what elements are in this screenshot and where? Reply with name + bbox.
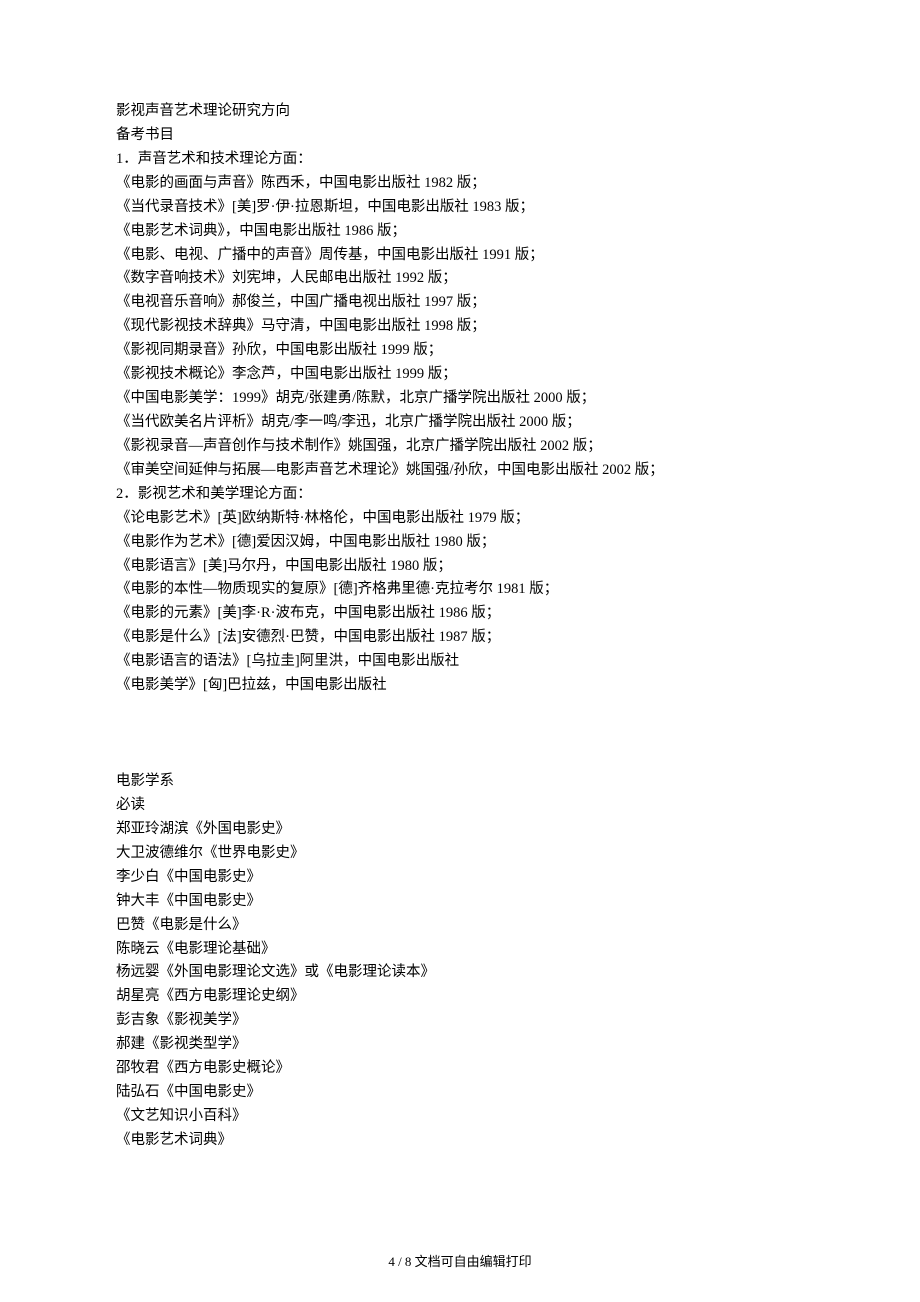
list-item: 陆弘石《中国电影史》 bbox=[116, 1081, 804, 1105]
list-item: 《审美空间延伸与拓展—电影声音艺术理论》姚国强/孙欣，中国电影出版社 2002 … bbox=[116, 459, 804, 483]
section2-title: 电影学系 bbox=[116, 770, 804, 794]
list-item: 《中国电影美学：1999》胡克/张建勇/陈默，北京广播学院出版社 2000 版； bbox=[116, 387, 804, 411]
list-item: 《影视同期录音》孙欣，中国电影出版社 1999 版； bbox=[116, 339, 804, 363]
list-item: 郑亚玲湖滨《外国电影史》 bbox=[116, 818, 804, 842]
list-item: 《电影的元素》[美]李·R·波布克，中国电影出版社 1986 版； bbox=[116, 602, 804, 626]
category1-header: 1．声音艺术和技术理论方面： bbox=[116, 148, 804, 172]
list-item: 巴赞《电影是什么》 bbox=[116, 914, 804, 938]
list-item: 《电影的画面与声音》陈西禾，中国电影出版社 1982 版； bbox=[116, 172, 804, 196]
section-gap bbox=[116, 698, 804, 770]
list-item: 杨远婴《外国电影理论文选》或《电影理论读本》 bbox=[116, 961, 804, 985]
list-item: 《当代录音技术》[美]罗·伊·拉恩斯坦，中国电影出版社 1983 版； bbox=[116, 196, 804, 220]
list-item: 《电影艺术词典》，中国电影出版社 1986 版； bbox=[116, 220, 804, 244]
list-item: 《电影艺术词典》 bbox=[116, 1129, 804, 1153]
list-item: 《文艺知识小百科》 bbox=[116, 1105, 804, 1129]
list-item: 《现代影视技术辞典》马守清，中国电影出版社 1998 版； bbox=[116, 315, 804, 339]
list-item: 李少白《中国电影史》 bbox=[116, 866, 804, 890]
list-item: 《电影是什么》[法]安德烈·巴赞，中国电影出版社 1987 版； bbox=[116, 626, 804, 650]
document-body: 影视声音艺术理论研究方向 备考书目 1．声音艺术和技术理论方面： 《电影的画面与… bbox=[116, 100, 804, 1153]
list-item: 《影视技术概论》李念芦，中国电影出版社 1999 版； bbox=[116, 363, 804, 387]
list-item: 郝建《影视类型学》 bbox=[116, 1033, 804, 1057]
list-item: 《电视音乐音响》郝俊兰，中国广播电视出版社 1997 版； bbox=[116, 291, 804, 315]
list-item: 《电影、电视、广播中的声音》周传基，中国电影出版社 1991 版； bbox=[116, 244, 804, 268]
list-item: 《电影语言》[美]马尔丹，中国电影出版社 1980 版； bbox=[116, 555, 804, 579]
list-item: 《论电影艺术》[英]欧纳斯特·林格伦，中国电影出版社 1979 版； bbox=[116, 507, 804, 531]
section1-title: 影视声音艺术理论研究方向 bbox=[116, 100, 804, 124]
list-item: 邵牧君《西方电影史概论》 bbox=[116, 1057, 804, 1081]
list-item: 彭吉象《影视美学》 bbox=[116, 1009, 804, 1033]
section2-subtitle: 必读 bbox=[116, 794, 804, 818]
list-item: 陈晓云《电影理论基础》 bbox=[116, 938, 804, 962]
list-item: 《电影作为艺术》[德]爱因汉姆，中国电影出版社 1980 版； bbox=[116, 531, 804, 555]
list-item: 《电影的本性—物质现实的复原》[德]齐格弗里德·克拉考尔 1981 版； bbox=[116, 578, 804, 602]
list-item: 《电影美学》[匈]巴拉兹，中国电影出版社 bbox=[116, 674, 804, 698]
section1-subtitle: 备考书目 bbox=[116, 124, 804, 148]
page-footer: 4 / 8 文档可自由编辑打印 bbox=[0, 1251, 920, 1272]
category2-header: 2．影视艺术和美学理论方面： bbox=[116, 483, 804, 507]
list-item: 《当代欧美名片评析》胡克/李一鸣/李迅，北京广播学院出版社 2000 版； bbox=[116, 411, 804, 435]
list-item: 胡星亮《西方电影理论史纲》 bbox=[116, 985, 804, 1009]
list-item: 《数字音响技术》刘宪坤，人民邮电出版社 1992 版； bbox=[116, 267, 804, 291]
list-item: 《电影语言的语法》[乌拉圭]阿里洪，中国电影出版社 bbox=[116, 650, 804, 674]
list-item: 钟大丰《中国电影史》 bbox=[116, 890, 804, 914]
list-item: 大卫波德维尔《世界电影史》 bbox=[116, 842, 804, 866]
list-item: 《影视录音—声音创作与技术制作》姚国强，北京广播学院出版社 2002 版； bbox=[116, 435, 804, 459]
